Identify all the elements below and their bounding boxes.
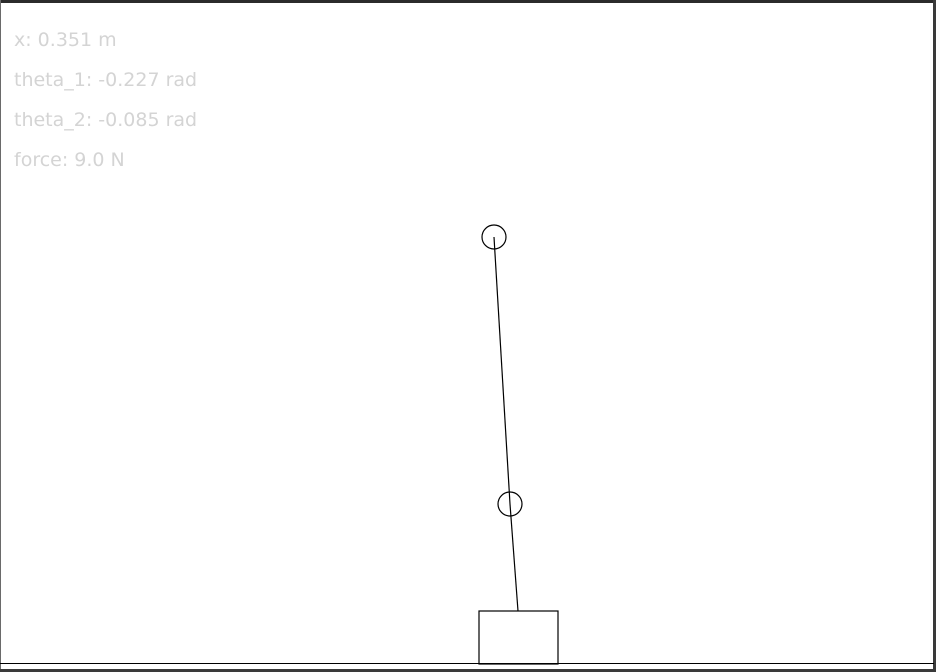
- simulation-window: x: 0.351 m theta_1: -0.227 rad theta_2: …: [0, 0, 936, 672]
- pendulum-scene: [0, 224, 934, 665]
- lower-pendulum-rod: [509, 503, 519, 612]
- cart: [478, 610, 559, 665]
- upper-pendulum-rod: [493, 236, 511, 505]
